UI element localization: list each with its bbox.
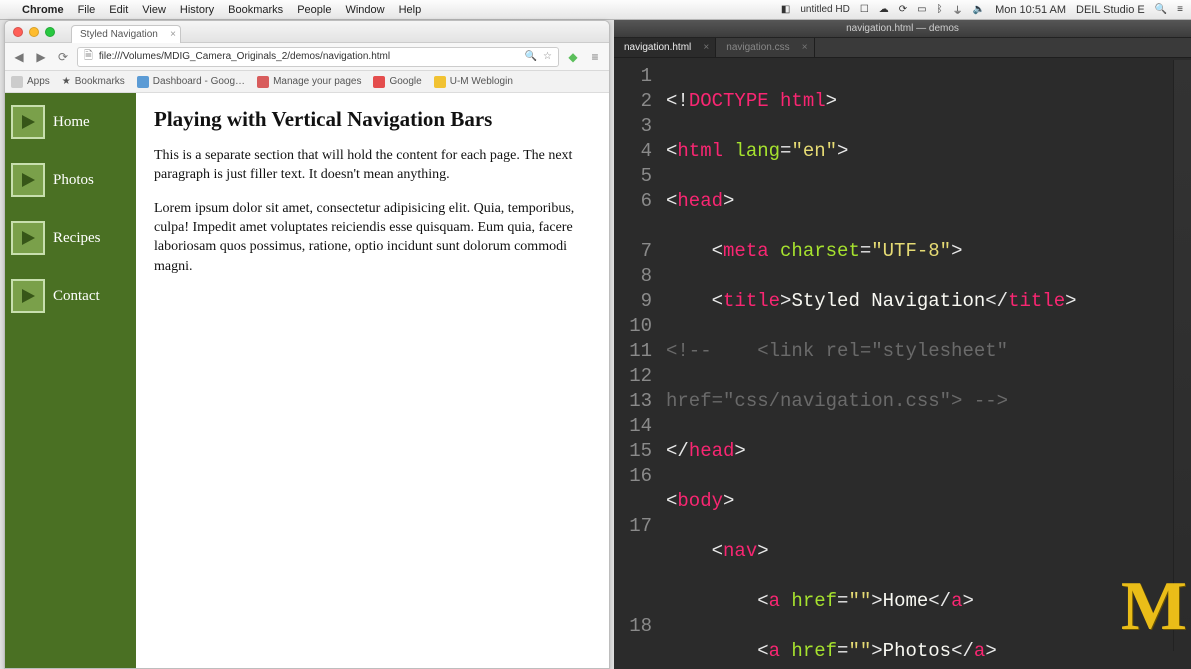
play-icon — [11, 279, 45, 313]
bookmark-item[interactable]: ★Bookmarks — [62, 76, 125, 87]
nav-link-label: Home — [53, 114, 90, 131]
chrome-titlebar: Styled Navigation × — [5, 21, 609, 43]
play-icon — [11, 163, 45, 197]
bookmark-item[interactable]: Google — [373, 76, 421, 88]
menubar-item-history[interactable]: History — [180, 4, 214, 16]
bookmark-item[interactable]: U-M Weblogin — [434, 76, 513, 88]
bookmarks-bar: Apps ★Bookmarks Dashboard - Goog… Manage… — [5, 71, 609, 93]
menubar-item-file[interactable]: File — [78, 4, 96, 16]
editor-tabstrip: navigation.html × navigation.css × — [614, 38, 1191, 58]
statusbar-volume-icon[interactable]: 🔈 — [973, 4, 985, 15]
editor-gutter: 123456789101112131415161718 — [614, 58, 660, 669]
address-bar-url: file:///Volumes/MDIG_Camera_Originals_2/… — [99, 51, 390, 62]
statusbar-dropbox-icon[interactable]: ☐ — [860, 4, 869, 15]
chrome-window: Styled Navigation × ◀ ▶ ⟳ 🗎 file:///Volu… — [4, 20, 610, 669]
statusbar-user[interactable]: DEIL Studio E — [1076, 4, 1145, 16]
editor-tab-label: navigation.css — [726, 42, 789, 53]
editor-minimap[interactable] — [1173, 60, 1191, 651]
play-icon — [11, 221, 45, 255]
tab-close-icon[interactable]: × — [703, 42, 709, 53]
apps-shortcut[interactable]: Apps — [11, 76, 50, 88]
statusbar-disk-icon: ◧ — [781, 4, 790, 15]
extension-icon[interactable]: ◆ — [565, 49, 581, 65]
page-content: Playing with Vertical Navigation Bars Th… — [136, 93, 609, 668]
editor-code[interactable]: <!DOCTYPE html> <html lang="en"> <head> … — [660, 58, 1191, 669]
vertical-nav: Home Photos Recipes Contact — [5, 93, 136, 668]
editor-body[interactable]: 123456789101112131415161718 <!DOCTYPE ht… — [614, 58, 1191, 669]
menubar-app-name[interactable]: Chrome — [22, 4, 64, 16]
editor-window: navigation.html — demos navigation.html … — [614, 20, 1191, 669]
bookmark-item[interactable]: Dashboard - Goog… — [137, 76, 245, 88]
nav-link-label: Recipes — [53, 230, 100, 247]
menubar-item-window[interactable]: Window — [345, 4, 384, 16]
browser-tab-title: Styled Navigation — [80, 29, 158, 40]
back-button[interactable]: ◀ — [11, 49, 27, 65]
site-info-icon[interactable]: 🗎 — [84, 47, 93, 66]
statusbar-cloud-icon[interactable]: ☁ — [879, 4, 889, 15]
page-paragraph: This is a separate section that will hol… — [154, 146, 581, 185]
tab-close-icon[interactable]: × — [802, 42, 808, 53]
bookmark-item[interactable]: Manage your pages — [257, 76, 361, 88]
browser-tab[interactable]: Styled Navigation × — [71, 25, 181, 43]
window-close-button[interactable] — [13, 27, 23, 37]
statusbar-clock[interactable]: Mon 10:51 AM — [995, 4, 1066, 16]
editor-tab[interactable]: navigation.css × — [716, 38, 814, 57]
editor-tab-label: navigation.html — [624, 42, 691, 53]
statusbar-sync-icon[interactable]: ⟳ — [899, 4, 907, 15]
tab-close-icon[interactable]: × — [170, 29, 176, 40]
nav-link-label: Contact — [53, 288, 100, 305]
statusbar-spotlight-icon[interactable]: 🔍 — [1155, 4, 1167, 15]
window-zoom-button[interactable] — [45, 27, 55, 37]
reload-button[interactable]: ⟳ — [55, 49, 71, 65]
play-icon — [11, 105, 45, 139]
editor-tab[interactable]: navigation.html × — [614, 38, 716, 57]
statusbar-disk-label: untitled HD — [800, 4, 849, 15]
statusbar-display-icon[interactable]: ▭ — [917, 4, 926, 15]
page-heading: Playing with Vertical Navigation Bars — [154, 107, 581, 132]
mac-menubar: Chrome File Edit View History Bookmarks … — [0, 0, 1191, 20]
menubar-item-bookmarks[interactable]: Bookmarks — [228, 4, 283, 16]
nav-link-label: Photos — [53, 172, 94, 189]
nav-link-recipes[interactable]: Recipes — [9, 215, 132, 261]
zoom-icon[interactable]: 🔍 — [525, 51, 537, 62]
page-viewport: Home Photos Recipes Contact — [5, 93, 609, 668]
menubar-item-edit[interactable]: Edit — [109, 4, 128, 16]
menubar-item-view[interactable]: View — [142, 4, 166, 16]
forward-button[interactable]: ▶ — [33, 49, 49, 65]
statusbar-menu-icon[interactable]: ≡ — [1177, 4, 1183, 15]
nav-link-contact[interactable]: Contact — [9, 273, 132, 319]
statusbar-bluetooth-icon[interactable]: ᛒ — [937, 4, 943, 15]
chrome-menu-button[interactable]: ≡ — [587, 49, 603, 65]
window-traffic-lights[interactable] — [13, 27, 55, 37]
statusbar-wifi-icon[interactable]: ⏚ — [953, 2, 963, 17]
editor-titlebar: navigation.html — demos — [614, 20, 1191, 38]
menubar-item-help[interactable]: Help — [399, 4, 422, 16]
address-bar[interactable]: 🗎 file:///Volumes/MDIG_Camera_Originals_… — [77, 47, 559, 67]
nav-link-photos[interactable]: Photos — [9, 157, 132, 203]
bookmark-star-icon[interactable]: ☆ — [543, 51, 552, 62]
chrome-toolbar: ◀ ▶ ⟳ 🗎 file:///Volumes/MDIG_Camera_Orig… — [5, 43, 609, 71]
nav-link-home[interactable]: Home — [9, 99, 132, 145]
page-paragraph: Lorem ipsum dolor sit amet, consectetur … — [154, 199, 581, 276]
menubar-item-people[interactable]: People — [297, 4, 331, 16]
window-minimize-button[interactable] — [29, 27, 39, 37]
